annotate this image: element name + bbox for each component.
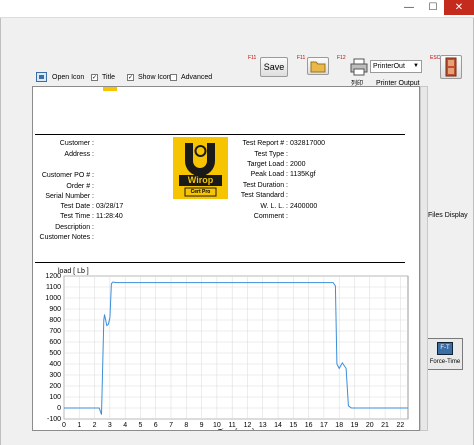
printer-output-value: PrinterOut bbox=[373, 63, 405, 70]
report-right-field-value: 1135Kgf bbox=[290, 171, 316, 178]
report-header-divider bbox=[35, 134, 405, 135]
force-time-icon: F-T bbox=[437, 342, 453, 355]
logo-subtext: Cert Pro bbox=[190, 189, 211, 195]
report-left-field-label: Description : bbox=[55, 224, 94, 231]
force-time-button[interactable]: F-T Force-Time bbox=[427, 338, 463, 370]
report-top-logo-strip bbox=[103, 87, 117, 91]
force-time-chart: -100010020030040050060070080090010001100… bbox=[45, 268, 409, 430]
show-icon-checkbox[interactable]: ✓ bbox=[127, 74, 134, 81]
report-right-field-value: 2000 bbox=[290, 161, 306, 168]
chart-x-tick-label: 8 bbox=[184, 422, 188, 429]
print-fkey: F12 bbox=[337, 55, 346, 61]
chart-x-tick-label: 19 bbox=[351, 422, 359, 429]
maximize-button[interactable]: ☐ bbox=[422, 0, 444, 15]
chart-x-tick-label: 11 bbox=[229, 422, 236, 429]
chart-x-tick-label: 5 bbox=[138, 422, 142, 429]
report-left-field-label: Customer PO # : bbox=[41, 172, 94, 179]
chart-x-tick-label: 16 bbox=[305, 422, 313, 429]
report-left-field-label: Test Date : bbox=[60, 203, 94, 210]
chart-y-tick-label: 1100 bbox=[46, 284, 61, 291]
advanced-checkbox[interactable] bbox=[170, 74, 177, 81]
report-right-field-value: 032817000 bbox=[290, 140, 326, 147]
chart-x-tick-label: 13 bbox=[259, 422, 267, 429]
advanced-checkbox-label: Advanced bbox=[181, 74, 213, 81]
report-left-field-label: Address : bbox=[64, 151, 94, 158]
chevron-down-icon: ▼ bbox=[413, 63, 419, 69]
chart-y-tick-label: 300 bbox=[49, 372, 61, 379]
chart-x-tick-label: 21 bbox=[381, 422, 389, 429]
folder-icon bbox=[310, 61, 326, 73]
open-icon-icon[interactable] bbox=[36, 72, 47, 82]
chart-y-tick-label: 800 bbox=[49, 317, 61, 324]
close-icon: ✕ bbox=[454, 2, 464, 13]
chart-x-tick-label: 6 bbox=[154, 422, 158, 429]
chart-y-tick-label: 900 bbox=[49, 306, 61, 313]
chart-y-axis-label: load [ Lb ] bbox=[58, 268, 89, 275]
report-left-field-label: Test Time : bbox=[60, 213, 94, 220]
save-button[interactable]: Save bbox=[260, 57, 288, 77]
chart-x-axis-label: Time [ sec ] bbox=[218, 429, 254, 430]
print-button[interactable] bbox=[349, 57, 369, 77]
close-button[interactable]: ✕ bbox=[444, 0, 474, 15]
report-chart-divider bbox=[35, 262, 405, 263]
chart-x-tick-label: 0 bbox=[62, 422, 66, 429]
chart-x-tick-label: 14 bbox=[274, 422, 282, 429]
exit-fkey: ESC bbox=[430, 55, 441, 61]
report-right-field-label: Comment : bbox=[253, 213, 288, 220]
chart-x-tick-label: 10 bbox=[213, 422, 221, 429]
chart-y-tick-label: 600 bbox=[49, 339, 61, 346]
force-time-label: Force-Time bbox=[429, 359, 461, 365]
chart-x-tick-label: 4 bbox=[123, 422, 127, 429]
report-right-field-label: W. L. L. : bbox=[260, 203, 288, 210]
chart-y-tick-label: 700 bbox=[49, 328, 61, 335]
minimize-icon: — bbox=[404, 2, 414, 13]
report-scrollbar[interactable] bbox=[420, 86, 428, 431]
open-icon-label[interactable]: Open Icon bbox=[52, 74, 84, 81]
chart-x-tick-label: 9 bbox=[200, 422, 204, 429]
chart-x-tick-label: 7 bbox=[169, 422, 173, 429]
files-display-label: Files Display bbox=[428, 212, 468, 219]
chart-y-tick-label: 400 bbox=[49, 361, 61, 368]
chart-y-tick-label: -100 bbox=[47, 416, 61, 423]
report-left-field-label: Customer : bbox=[59, 140, 94, 147]
chart-y-tick-label: 1000 bbox=[45, 295, 61, 302]
report-left-field-value: 03/28/17 bbox=[96, 203, 124, 210]
chart-x-tick-label: 2 bbox=[93, 422, 97, 429]
chart-x-tick-label: 22 bbox=[396, 422, 404, 429]
open-folder-button[interactable] bbox=[307, 57, 329, 75]
show-icon-checkbox-label: Show Icon bbox=[138, 74, 171, 81]
chart-x-tick-label: 20 bbox=[366, 422, 374, 429]
open-fkey: F11 bbox=[297, 55, 306, 61]
printer-icon bbox=[350, 58, 368, 76]
title-checkbox[interactable]: ✓ bbox=[91, 74, 98, 81]
chart-y-tick-label: 200 bbox=[49, 383, 61, 390]
chart-x-tick-label: 17 bbox=[320, 422, 328, 429]
chart-y-tick-label: 500 bbox=[49, 350, 61, 357]
exit-door-icon bbox=[445, 57, 457, 77]
chart-x-tick-label: 12 bbox=[244, 422, 252, 429]
title-checkbox-label: Title bbox=[102, 74, 115, 81]
maximize-icon: ☐ bbox=[428, 2, 438, 13]
logo-text: Wirop bbox=[187, 175, 214, 185]
save-fkey: F11 bbox=[248, 55, 257, 61]
chart-plot-area bbox=[63, 275, 409, 420]
chart-x-tick-label: 15 bbox=[289, 422, 297, 429]
minimize-button[interactable]: — bbox=[396, 0, 422, 15]
chart-x-tick-label: 3 bbox=[108, 422, 112, 429]
report-left-field-label: Customer Notes : bbox=[39, 234, 94, 241]
report-right-field-value: 2400000 bbox=[290, 203, 318, 210]
chart-y-tick-label: 0 bbox=[57, 405, 61, 412]
report-left-field-value: 11:28:40 bbox=[96, 213, 123, 220]
company-logo: Wirop Cert Pro bbox=[173, 137, 228, 199]
chart-x-tick-label: 18 bbox=[335, 422, 343, 429]
printer-output-select[interactable]: PrinterOut ▼ bbox=[370, 60, 422, 73]
chart-y-tick-label: 100 bbox=[49, 394, 61, 401]
report-left-field-label: Serial Number : bbox=[45, 193, 94, 200]
report-left-field-label: Order # : bbox=[66, 183, 94, 190]
exit-button[interactable] bbox=[440, 55, 462, 79]
chart-x-tick-label: 1 bbox=[77, 422, 81, 429]
